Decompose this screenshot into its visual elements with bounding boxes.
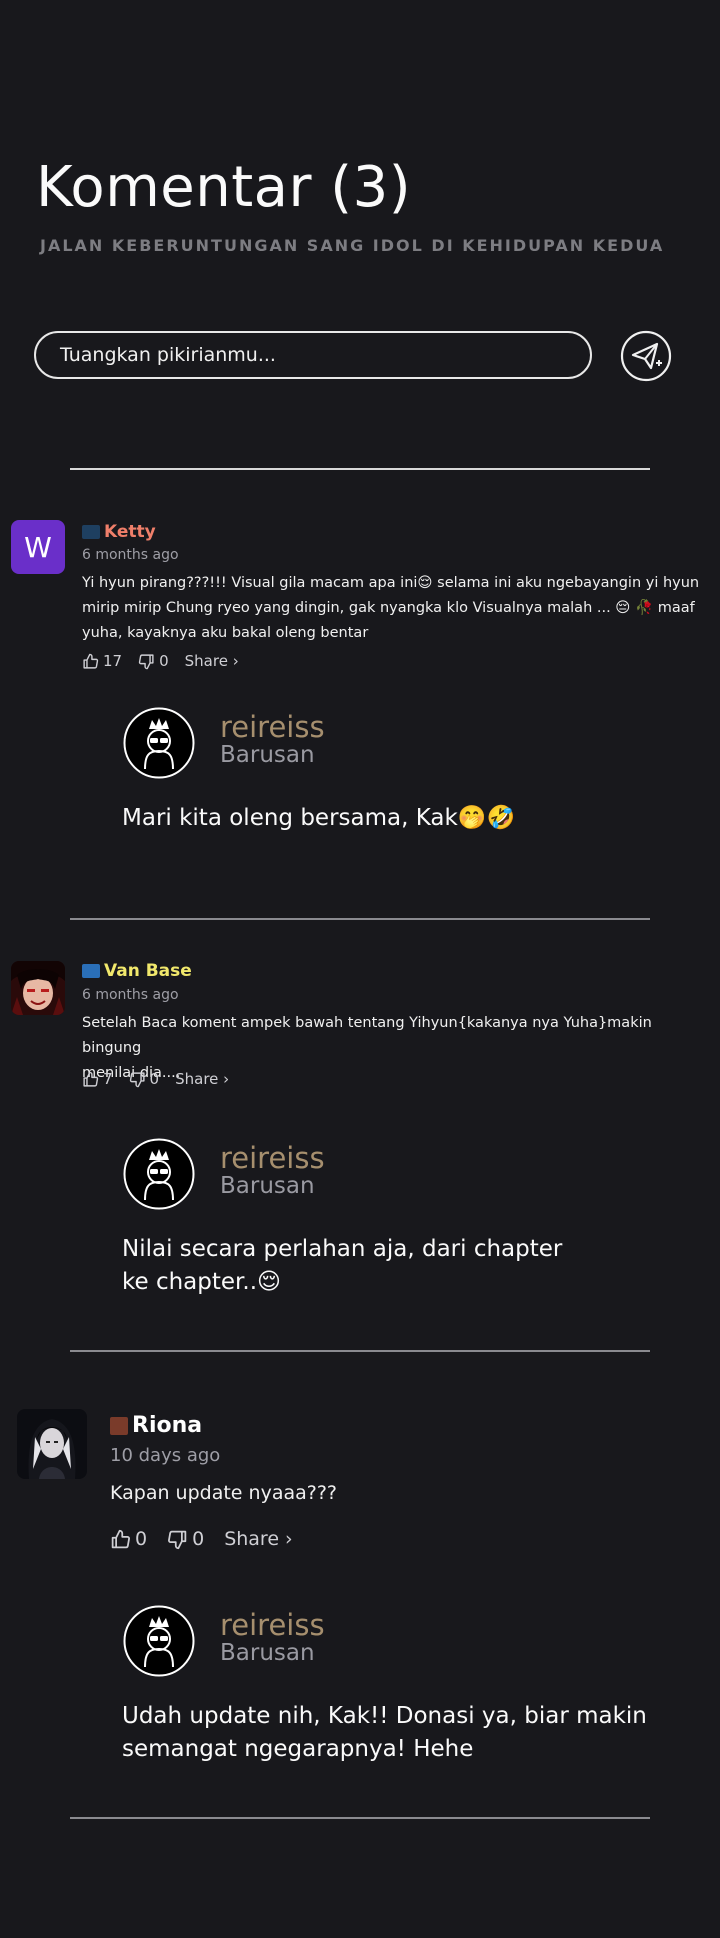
reply-username[interactable]: reireiss <box>220 1611 325 1640</box>
comment-time: 10 days ago <box>110 1445 221 1466</box>
reply-body: Udah update nih, Kak!! Donasi ya, biar m… <box>122 1700 702 1766</box>
comment-header: Riona <box>110 1413 202 1438</box>
comment-text-line: Setelah Baca koment ampek bawah tentang … <box>82 1015 652 1056</box>
divider <box>70 918 650 920</box>
divider <box>70 1817 650 1819</box>
comment-username[interactable]: Riona <box>132 1413 202 1438</box>
divider <box>70 1350 650 1352</box>
send-icon <box>620 330 672 382</box>
comment-header: Van Base <box>82 961 192 981</box>
like-count: 17 <box>103 652 123 670</box>
thumbs-down-icon <box>138 653 154 669</box>
send-button[interactable] <box>620 330 672 382</box>
share-button[interactable]: Share › <box>185 652 239 670</box>
reply-body: Mari kita oleng bersama, Kak🤭🤣 <box>122 802 682 835</box>
comment-body: Yi hyun pirang???!!! Visual gila macam a… <box>82 571 712 646</box>
dislike-button[interactable]: 0 <box>129 1070 160 1088</box>
flag-icon <box>82 964 100 978</box>
comment-time: 6 months ago <box>82 547 179 563</box>
avatar-image <box>17 1409 87 1479</box>
author-avatar-icon <box>123 1138 195 1210</box>
user-badge-icon <box>110 1416 128 1435</box>
share-button[interactable]: Share › <box>175 1070 229 1088</box>
thumbs-up-icon <box>83 653 99 669</box>
avatar[interactable] <box>11 961 65 1015</box>
thumbs-up-icon <box>83 1071 99 1087</box>
comment-text-line: Yi hyun pirang???!!! Visual gila macam a… <box>82 575 700 591</box>
author-avatar-icon <box>123 707 195 779</box>
like-button[interactable]: 17 <box>82 652 122 670</box>
comment-header: Ketty <box>82 522 156 542</box>
share-button[interactable]: Share › <box>224 1528 292 1550</box>
thumbs-up-icon <box>111 1529 130 1548</box>
dislike-count: 0 <box>149 1070 160 1088</box>
divider <box>70 468 650 470</box>
reply-text-line: Udah update nih, Kak!! Donasi ya, biar m… <box>122 1703 647 1729</box>
page-subtitle: JALAN KEBERUNTUNGAN SANG IDOL DI KEHIDUP… <box>40 236 665 255</box>
author-avatar-icon <box>123 1605 195 1677</box>
comment-username[interactable]: Ketty <box>104 522 156 542</box>
dislike-count: 0 <box>159 652 169 670</box>
reply-avatar[interactable] <box>123 1605 195 1677</box>
thumbs-down-icon <box>129 1071 145 1087</box>
reply-time: Barusan <box>220 1640 315 1666</box>
comment-actions: 7 0 Share › <box>82 1070 229 1088</box>
reply-text-line: Mari kita oleng bersama, Kak🤭🤣 <box>122 805 516 831</box>
dislike-count: 0 <box>192 1528 205 1550</box>
reply-avatar[interactable] <box>123 707 195 779</box>
like-button[interactable]: 7 <box>82 1070 113 1088</box>
comment-input-placeholder: Tuangkan pikirianmu... <box>60 344 276 366</box>
comment-username[interactable]: Van Base <box>104 961 192 981</box>
like-count: 7 <box>103 1070 113 1088</box>
avatar[interactable]: W <box>11 520 65 574</box>
reply-time: Barusan <box>220 1173 315 1199</box>
avatar-letter: W <box>24 530 52 564</box>
reply-text-line: ke chapter..😌 <box>122 1269 281 1295</box>
comment-time: 6 months ago <box>82 987 179 1003</box>
dislike-button[interactable]: 0 <box>167 1528 204 1550</box>
reply-time: Barusan <box>220 742 315 768</box>
comment-body: Kapan update nyaaa??? <box>110 1478 690 1508</box>
reply-text-line: Nilai secara perlahan aja, dari chapter <box>122 1236 563 1262</box>
comment-text-line: mirip mirip Chung ryeo yang dingin, gak … <box>82 600 695 616</box>
comment-input[interactable]: Tuangkan pikirianmu... <box>34 331 592 379</box>
like-count: 0 <box>135 1528 148 1550</box>
comment-actions: 17 0 Share › <box>82 652 239 670</box>
comment-actions: 0 0 Share › <box>110 1528 293 1550</box>
thumbs-down-icon <box>168 1530 187 1549</box>
reply-body: Nilai secara perlahan aja, dari chapter … <box>122 1233 682 1299</box>
avatar-image <box>11 961 65 1015</box>
comment-text-line: Kapan update nyaaa??? <box>110 1482 338 1504</box>
page-title: Komentar (3) <box>36 155 412 220</box>
flag-icon <box>82 525 100 539</box>
like-button[interactable]: 0 <box>110 1528 147 1550</box>
reply-text-line: semangat ngegarapnya! Hehe <box>122 1736 474 1762</box>
reply-avatar[interactable] <box>123 1138 195 1210</box>
reply-username[interactable]: reireiss <box>220 713 325 742</box>
dislike-button[interactable]: 0 <box>138 652 169 670</box>
comment-text-line: yuha, kayaknya aku bakal oleng bentar <box>82 625 369 641</box>
reply-username[interactable]: reireiss <box>220 1144 325 1173</box>
avatar[interactable] <box>17 1409 87 1479</box>
